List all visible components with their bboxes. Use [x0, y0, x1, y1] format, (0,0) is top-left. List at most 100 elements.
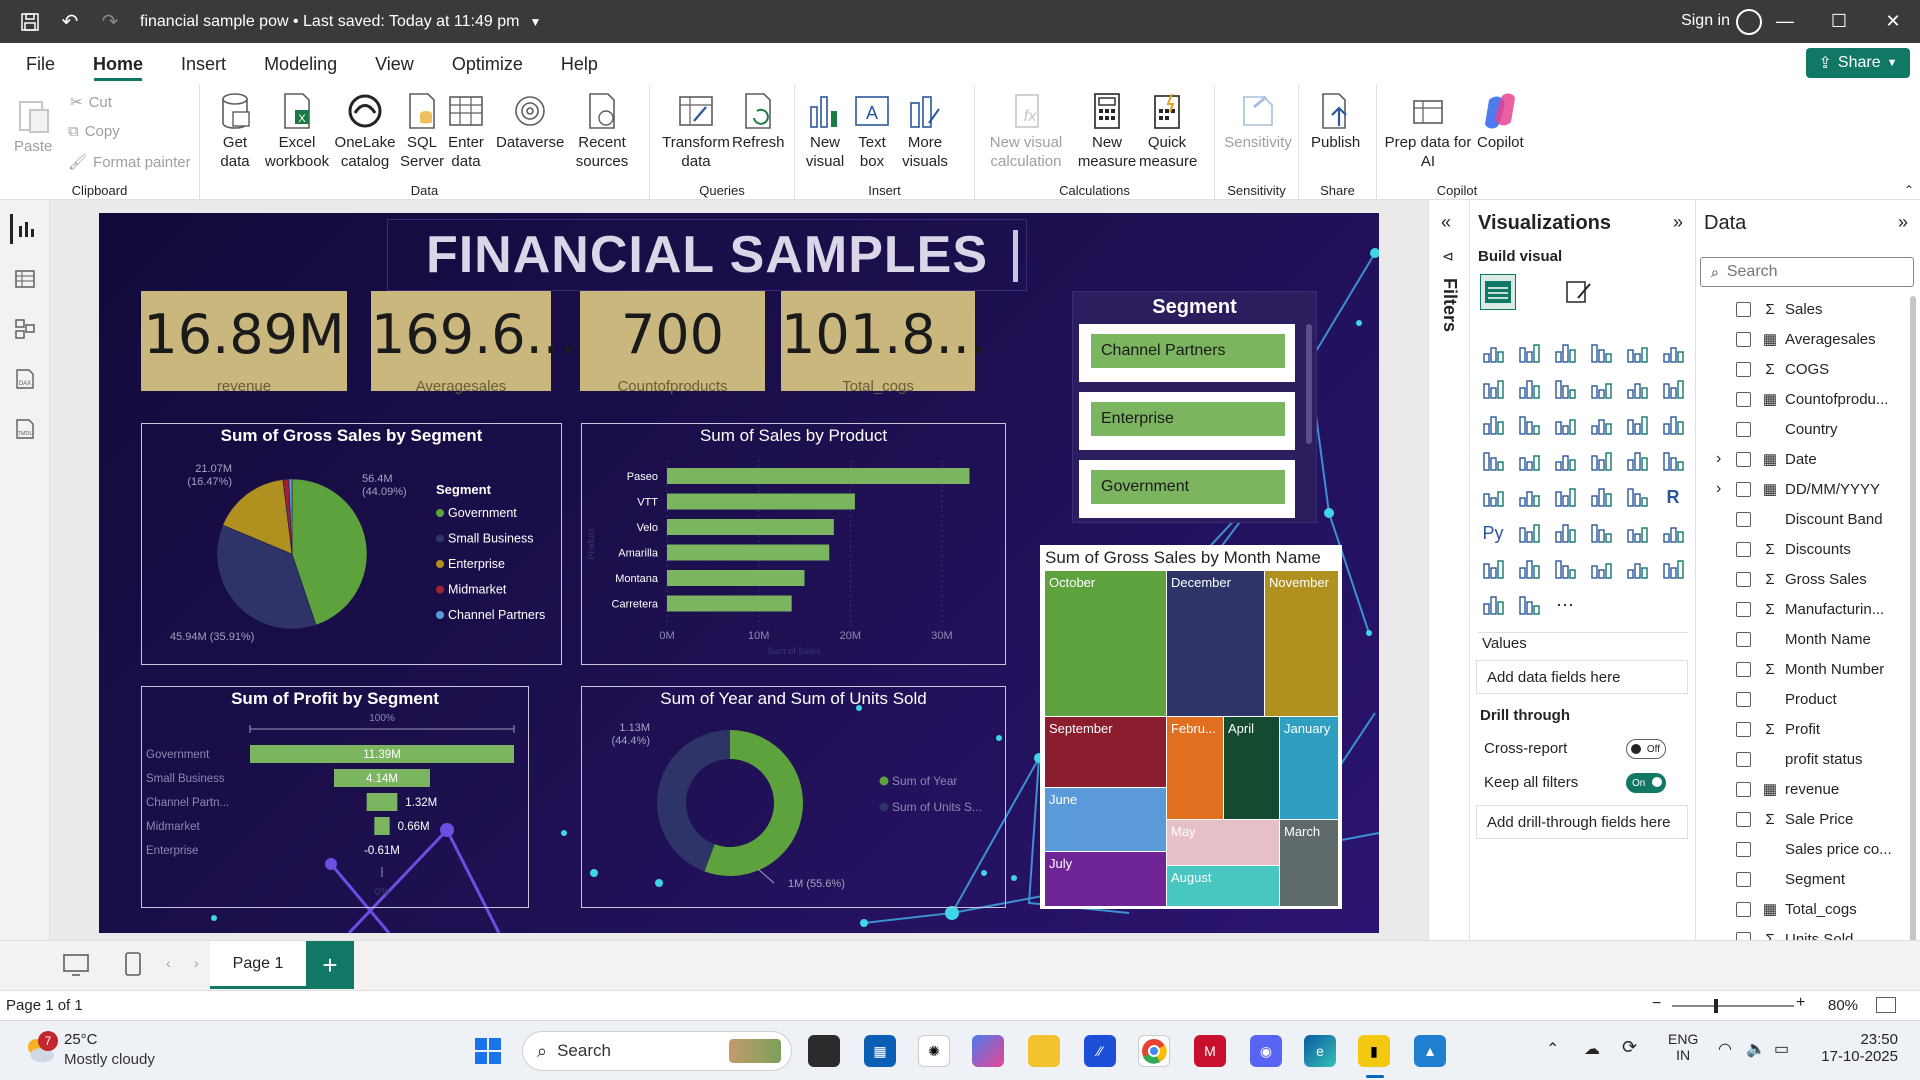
bar-chart-profit-by-segment[interactable]: Sum of Profit by Segment 100% Government 1… [141, 686, 529, 908]
100-bar-visual-icon[interactable] [1624, 340, 1650, 366]
treemap-tile[interactable]: March [1280, 820, 1338, 906]
tab-optimize[interactable]: Optimize [433, 43, 542, 85]
maximize-icon[interactable]: ☐ [1812, 0, 1866, 43]
tab-help[interactable]: Help [542, 43, 617, 85]
field-checkbox[interactable] [1736, 871, 1751, 887]
chevron-down-icon[interactable]: ▼ [529, 15, 541, 29]
recent-sources-button[interactable]: Recent sources [568, 91, 636, 171]
show-hidden-icons-icon[interactable]: ⌃ [1546, 1039, 1559, 1059]
treemap-tile[interactable]: October [1045, 571, 1166, 716]
tab-insert[interactable]: Insert [162, 43, 245, 85]
field-checkbox[interactable] [1736, 541, 1751, 557]
field-item[interactable]: Month Name [1736, 626, 1871, 652]
treemap-tile[interactable]: Febru... [1167, 717, 1223, 819]
funnel-visual-icon[interactable] [1552, 412, 1578, 438]
dax-query-view-icon[interactable]: DAX [10, 364, 40, 394]
build-visual-tab-icon[interactable] [1480, 274, 1516, 310]
stacked-area-visual-icon[interactable] [1552, 376, 1578, 402]
field-item[interactable]: Segment [1736, 866, 1845, 892]
pie-visual-icon[interactable] [1624, 412, 1650, 438]
field-checkbox[interactable] [1736, 841, 1751, 857]
tab-modeling[interactable]: Modeling [245, 43, 356, 85]
field-item[interactable]: ▦ Total_cogs [1736, 896, 1857, 922]
next-page-icon[interactable]: › [194, 955, 199, 971]
treemap-tile[interactable]: June [1045, 788, 1166, 851]
sync-icon[interactable]: ⟳ [1622, 1037, 1637, 1058]
values-well[interactable]: Add data fields here [1476, 660, 1688, 694]
sensitivity-button[interactable]: Sensitivity [1223, 91, 1293, 152]
scatter-visual-icon[interactable] [1588, 412, 1614, 438]
field-item[interactable]: Σ Discounts [1736, 536, 1851, 562]
enter-data-button[interactable]: Enter data [446, 91, 486, 171]
tmdl-view-icon[interactable]: TMDL [10, 414, 40, 444]
onelake-catalog-button[interactable]: OneLake catalog [332, 91, 398, 171]
field-checkbox[interactable] [1736, 481, 1751, 497]
field-item[interactable]: profit status [1736, 746, 1863, 772]
collapse-pane-icon[interactable]: » [1898, 212, 1908, 233]
kpi-visual-icon[interactable] [1516, 484, 1542, 510]
field-checkbox[interactable] [1736, 901, 1751, 917]
weather-icon[interactable]: 7 [22, 1031, 58, 1065]
redo-icon[interactable]: ↷ [90, 0, 130, 43]
tab-home[interactable]: Home [74, 43, 162, 85]
report-view-icon[interactable] [10, 214, 40, 244]
metrics-visual-icon[interactable] [1588, 556, 1614, 582]
area-visual-icon[interactable] [1516, 376, 1542, 402]
paste-button[interactable]: Paste [14, 95, 52, 156]
kpi-card-averagesales[interactable]: 169.6... Averagesales [371, 291, 577, 395]
cut-button[interactable]: ✂ Cut [70, 93, 112, 112]
donut-visual-icon[interactable] [1660, 412, 1686, 438]
field-item[interactable]: Σ Profit [1736, 716, 1820, 742]
power-apps-visual-icon[interactable] [1516, 556, 1542, 582]
chatgpt-icon[interactable]: ✺ [918, 1035, 950, 1067]
field-checkbox[interactable] [1736, 511, 1751, 527]
task-view-icon[interactable] [808, 1035, 840, 1067]
quick-measure-button[interactable]: Quick measure [1139, 91, 1197, 171]
field-checkbox[interactable] [1736, 601, 1751, 617]
search-box[interactable]: ⌕ [1700, 257, 1914, 287]
button-slicer-visual-icon[interactable] [1660, 556, 1686, 582]
slicer-scrollbar[interactable] [1306, 324, 1312, 444]
slicer-item[interactable]: Enterprise [1079, 392, 1295, 450]
kpi-card-countofproducts[interactable]: 700 Countofproducts [580, 291, 765, 395]
field-item[interactable]: ▦ Countofprodu... [1736, 386, 1888, 412]
file-explorer-icon[interactable] [1028, 1035, 1060, 1067]
zoom-in-icon[interactable]: + [1796, 994, 1805, 1012]
zoom-out-icon[interactable]: − [1652, 995, 1661, 1013]
excel-workbook-button[interactable]: X Excel workbook [262, 91, 332, 171]
tab-page-1[interactable]: Page 1 [210, 941, 306, 989]
multirow-card-visual-icon[interactable] [1480, 484, 1506, 510]
treemap-tile[interactable]: December [1167, 571, 1264, 716]
wifi-icon[interactable]: ◠ [1718, 1039, 1732, 1059]
field-checkbox[interactable] [1736, 781, 1751, 797]
field-checkbox[interactable] [1736, 691, 1751, 707]
minimize-icon[interactable]: — [1758, 0, 1812, 43]
keep-all-filters-toggle[interactable]: On [1626, 773, 1666, 793]
refresh-button[interactable]: Refresh [732, 91, 785, 152]
decomposition-visual-icon[interactable] [1552, 520, 1578, 546]
mobile-layout-icon[interactable] [124, 951, 142, 982]
power-automate-visual-icon[interactable] [1552, 556, 1578, 582]
scrollbar[interactable] [1910, 296, 1916, 976]
field-checkbox[interactable] [1736, 391, 1751, 407]
field-checkbox[interactable] [1736, 751, 1751, 767]
field-checkbox[interactable] [1736, 301, 1751, 317]
field-item[interactable]: Product [1736, 686, 1837, 712]
sign-in-link[interactable]: Sign in [1681, 12, 1730, 30]
windows-start-icon[interactable] [472, 1035, 504, 1067]
share-button[interactable]: ⇪ Share ▼ [1806, 48, 1910, 78]
language-indicator[interactable]: ENG IN [1668, 1031, 1698, 1063]
dataverse-button[interactable]: Dataverse [496, 91, 564, 152]
treemap-tile[interactable]: May [1167, 820, 1279, 865]
battery-icon[interactable]: ▭ [1774, 1039, 1789, 1059]
clustered-bar-visual-icon[interactable] [1552, 340, 1578, 366]
azure-map-visual-icon[interactable] [1588, 448, 1614, 474]
kpi-card-revenue[interactable]: 16.89M revenue [141, 291, 347, 395]
previous-page-icon[interactable]: ‹ [166, 955, 171, 971]
tab-file[interactable]: File [0, 43, 74, 85]
field-checkbox[interactable] [1736, 421, 1751, 437]
field-checkbox[interactable] [1736, 331, 1751, 347]
bar-chart-sales-by-product[interactable]: Sum of Sales by Product 0M 10M 20M 30M Paseo… [581, 423, 1006, 665]
diamond-visual-icon[interactable] [1480, 592, 1506, 618]
ribbon-visual-icon[interactable] [1480, 412, 1506, 438]
